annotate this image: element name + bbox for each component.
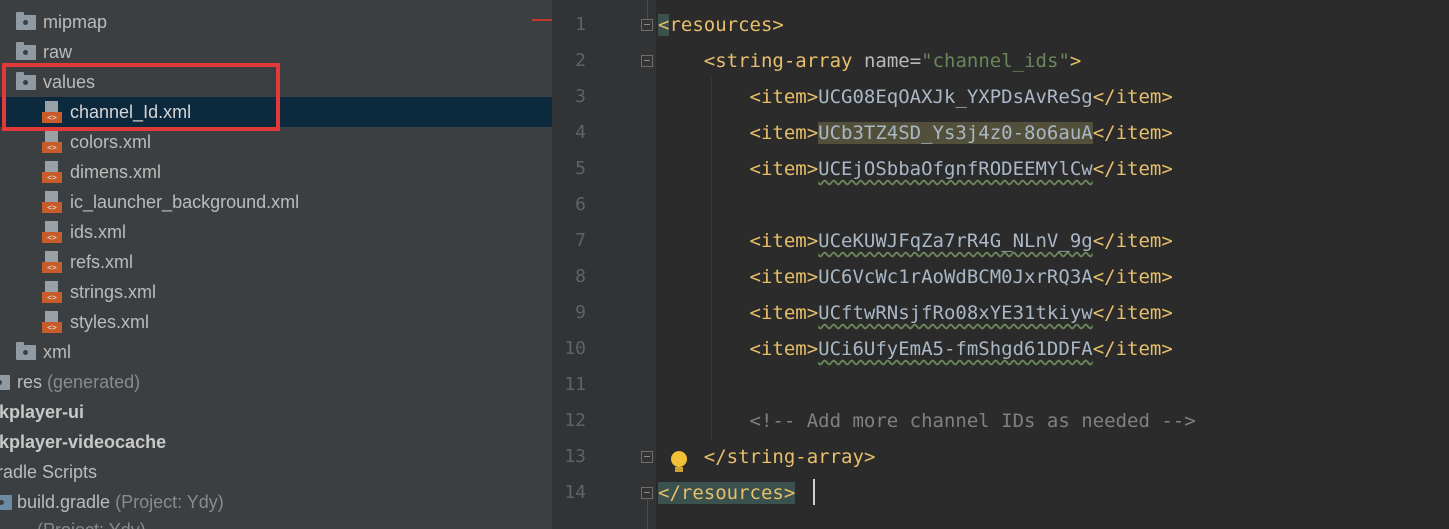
code-line-2: <string-array name="channel_ids">	[703, 50, 1082, 72]
line-number: 11	[564, 374, 586, 395]
line-number: 14	[564, 482, 586, 503]
folder-icon	[16, 12, 36, 30]
tree-item-styles-xml[interactable]: <> styles.xml	[0, 307, 552, 337]
tree-item-label: refs.xml	[70, 252, 133, 272]
tree-item-label: ... (Project: Ydy)	[17, 515, 146, 529]
tree-item-colors-xml[interactable]: <> colors.xml	[0, 127, 552, 157]
annotation-highlight-box	[2, 63, 280, 131]
line-number: 3	[575, 86, 586, 107]
tree-item-label: ic_launcher_background.xml	[70, 192, 300, 212]
folder-icon	[16, 342, 36, 360]
tree-item-label: mipmap	[43, 12, 108, 32]
xml-file-icon: <>	[42, 191, 62, 213]
tree-item-strings-xml[interactable]: <> strings.xml	[0, 277, 552, 307]
xml-file-icon: <>	[42, 281, 62, 303]
tree-item-label: strings.xml	[70, 282, 157, 302]
tree-item-dimens-xml[interactable]: <> dimens.xml	[0, 157, 552, 187]
fold-marker-icon[interactable]	[641, 487, 653, 499]
tree-item-label: ids.xml	[70, 222, 127, 242]
fold-marker-icon[interactable]	[641, 55, 653, 67]
tree-item-ids-xml[interactable]: <> ids.xml	[0, 217, 552, 247]
tree-item-label: dimens.xml	[70, 162, 162, 182]
fold-marker-icon[interactable]	[641, 451, 653, 463]
tree-item-gradle-scripts[interactable]: radle Scripts	[0, 457, 552, 487]
tree-item-label: xml	[43, 342, 71, 362]
xml-file-icon: <>	[42, 131, 62, 153]
tree-item-kplayer-videocache[interactable]: kplayer-videocache	[0, 427, 552, 457]
line-number: 4	[575, 122, 586, 143]
code-line-10: <item>UCi6UfyEmA5-fmShgd61DDFA</item>	[749, 338, 1173, 360]
line-number: 7	[575, 230, 586, 251]
line-number: 8	[575, 266, 586, 287]
gradle-icon	[0, 495, 12, 510]
code-line-5: <item>UCEjOSbbaOfgnfRODEEMYlCw</item>	[749, 158, 1173, 180]
tree-item-ic-launcher-background-xml[interactable]: <> ic_launcher_background.xml	[0, 187, 552, 217]
tree-item-build-gradle[interactable]: build.gradle (Project: Ydy)	[0, 487, 552, 517]
line-number: 13	[564, 446, 586, 467]
tree-item-label: colors.xml	[70, 132, 152, 152]
tree-item-label: radle Scripts	[0, 462, 98, 482]
tree-item-res-generated[interactable]: res (generated)	[0, 367, 552, 397]
xml-file-icon: <>	[42, 251, 62, 273]
line-number: 5	[575, 158, 586, 179]
error-stripe-mark	[532, 19, 552, 21]
folder-icon	[16, 42, 36, 60]
tree-item-xml[interactable]: xml	[0, 337, 552, 367]
code-line-3: <item>UCG08EqOAXJk_YXPDsAvReSg</item>	[749, 86, 1173, 108]
folder-icon	[0, 375, 10, 390]
code-line-1: <resources>	[658, 14, 784, 36]
tree-item-label: kplayer-videocache	[0, 432, 167, 452]
tree-item-mipmap[interactable]: mipmap	[0, 7, 552, 37]
xml-file-icon: <>	[42, 311, 62, 333]
code-line-8: <item>UC6VcWc1rAoWdBCM0JxrRQ3A</item>	[749, 266, 1173, 288]
code-line-14: </resources>	[658, 482, 796, 504]
line-number: 6	[575, 194, 586, 215]
code-line-4: <item>UCb3TZ4SD_Ys3j4z0-8o6auA</item>	[749, 122, 1173, 144]
fold-line	[647, 0, 648, 19]
text-caret	[813, 479, 815, 505]
code-line-12: <!-- Add more channel IDs as needed -->	[749, 410, 1196, 432]
tree-item-gradle-partial[interactable]: ... (Project: Ydy)	[0, 515, 552, 529]
line-number: 1	[575, 14, 586, 35]
xml-file-icon: <>	[42, 221, 62, 243]
project-tree: mipmap raw values <> channel_Id.xml <> c…	[0, 0, 552, 529]
tree-item-kplayer-ui[interactable]: kplayer-ui	[0, 397, 552, 427]
code-line-7: <item>UCeKUWJFqZa7rR4G_NLnV_9g</item>	[749, 230, 1173, 252]
xml-file-icon: <>	[42, 161, 62, 183]
fold-line	[647, 499, 648, 529]
tree-item-label: build.gradle (Project: Ydy)	[17, 492, 224, 512]
line-number: 2	[575, 50, 586, 71]
tree-item-label: res (generated)	[17, 372, 141, 392]
tree-item-label: styles.xml	[70, 312, 150, 332]
code-line-9: <item>UCftwRNsjfRo08xYE31tkiyw</item>	[749, 302, 1173, 324]
tree-item-label: kplayer-ui	[0, 402, 85, 422]
line-number: 12	[564, 410, 586, 431]
line-number: 9	[575, 302, 586, 323]
code-line-13: </string-array>	[703, 446, 876, 468]
fold-marker-icon[interactable]	[641, 19, 653, 31]
tree-item-refs-xml[interactable]: <> refs.xml	[0, 247, 552, 277]
line-number: 10	[564, 338, 586, 359]
